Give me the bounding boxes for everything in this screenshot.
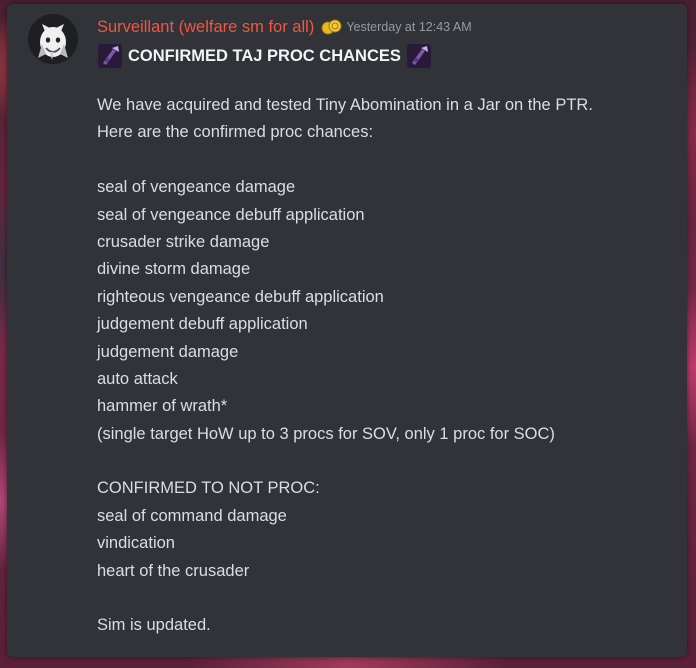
proc-item: divine storm damage — [97, 260, 251, 279]
no-proc-item: seal of command damage — [97, 506, 287, 525]
timestamp[interactable]: Yesterday at 12:43 AM — [346, 20, 471, 34]
title-row: CONFIRMED TAJ PROC CHANCES — [97, 42, 432, 70]
no-proc-item: vindication — [97, 534, 175, 553]
message-title: CONFIRMED TAJ PROC CHANCES — [128, 46, 401, 65]
intro-line: Here are the confirmed proc chances: — [97, 123, 374, 142]
goat-avatar-icon[interactable] — [28, 14, 78, 64]
intro-line: We have acquired and tested Tiny Abomina… — [97, 96, 593, 114]
footer-line: Sim is updated. — [97, 616, 211, 635]
username[interactable]: Surveillant (welfare sm for all) — [97, 18, 314, 37]
proc-item: hammer of wrath* — [97, 397, 228, 416]
proc-item: judgement debuff application — [97, 315, 308, 334]
message-body: We have acquired and tested Tiny Abomina… — [97, 92, 677, 640]
abomination-jar-icon — [97, 43, 123, 69]
discord-message: Surveillant (welfare sm for all) Yesterd… — [7, 4, 687, 657]
proc-item: seal of vengeance debuff application — [97, 205, 365, 224]
no-proc-item: heart of the crusader — [97, 561, 250, 580]
proc-item: righteous vengeance debuff application — [97, 287, 384, 306]
message-header: Surveillant (welfare sm for all) Yesterd… — [97, 15, 472, 39]
proc-note: (single target HoW up to 3 procs for SOV… — [97, 424, 555, 443]
proc-item: seal of vengeance damage — [97, 178, 296, 197]
proc-item: crusader strike damage — [97, 232, 270, 251]
proc-item: auto attack — [97, 369, 178, 388]
abomination-jar-icon — [406, 43, 432, 69]
gold-coins-badge-icon[interactable] — [320, 18, 344, 36]
no-proc-heading: CONFIRMED TO NOT PROC: — [97, 479, 320, 498]
proc-item: judgement damage — [97, 342, 239, 361]
